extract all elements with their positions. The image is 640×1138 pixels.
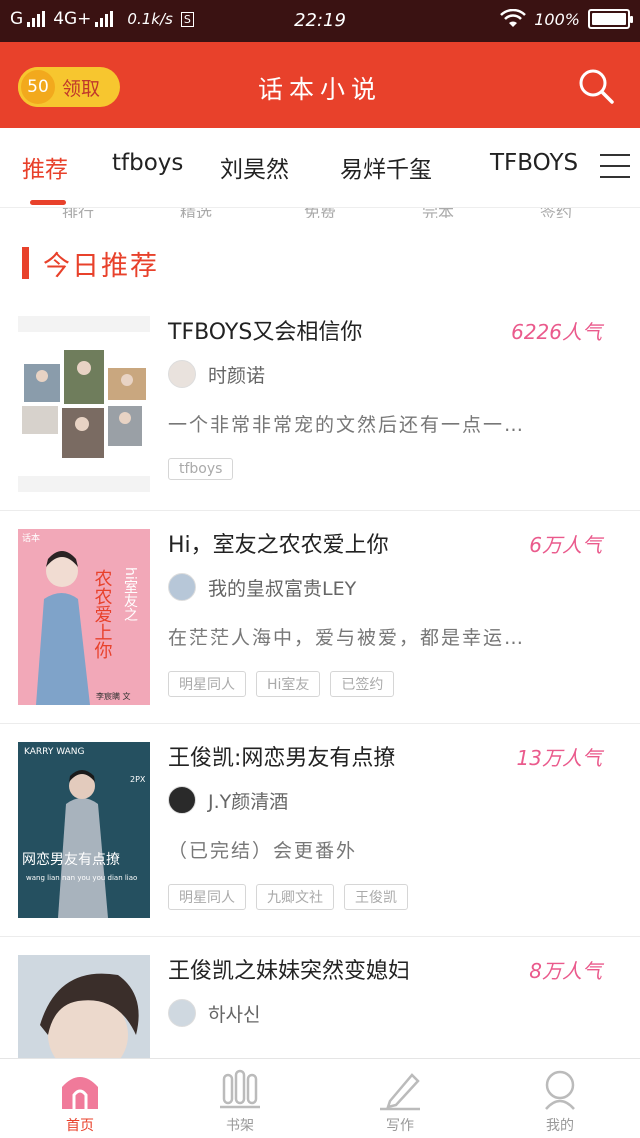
cover-corner: 2PX	[130, 775, 146, 784]
battery-fill	[592, 13, 626, 25]
nav-label: 书架	[226, 1118, 254, 1134]
nav-home[interactable]: 首页	[35, 1067, 125, 1135]
author-name: 我的皇叔富贵LEY	[208, 577, 357, 600]
menu-icon[interactable]	[600, 154, 630, 180]
battery-icon	[588, 9, 633, 29]
popularity-count: 13万人气	[516, 746, 602, 770]
book-description: 在茫茫人海中，爱与被爱，都是幸运…	[168, 627, 526, 649]
book-title: TFBOYS又会相信你	[168, 320, 363, 345]
subnav-item[interactable]: 签约	[540, 208, 572, 218]
book-cover	[18, 316, 150, 492]
cover-image	[18, 316, 150, 492]
author-row: 我的皇叔富贵LEY	[168, 573, 356, 601]
tab-yi-yangqianxi[interactable]: 易烊千玺	[340, 150, 432, 184]
cover-image: KARRY WANG 2PX 网恋男友有点撩 wang lian nan you…	[18, 742, 150, 918]
avatar	[168, 999, 196, 1027]
author-name: J.Y颜清酒	[208, 790, 289, 813]
book-title: Hi，室友之农农爱上你	[168, 533, 389, 558]
section-header: 今日推荐	[22, 246, 159, 282]
tag[interactable]: 明星同人	[168, 671, 246, 697]
bookshelf-icon	[220, 1069, 260, 1109]
nav-write[interactable]: 写作	[355, 1067, 445, 1135]
author-name: 时颜诺	[208, 364, 266, 387]
book-cover: KARRY WANG 2PX 网恋男友有点撩 wang lian nan you…	[18, 742, 150, 918]
cover-image: 话本 hi室友之 农农爱上你 李宸瞒 文	[18, 529, 150, 705]
wifi-icon	[500, 9, 527, 27]
status-right: 100%	[500, 9, 633, 29]
author-row: 时颜诺	[168, 360, 265, 388]
section-title: 今日推荐	[43, 250, 159, 282]
search-icon[interactable]	[576, 66, 616, 106]
book-item[interactable]: 王俊凯之妹妹突然变媳妇 8万人气 하사신	[0, 937, 640, 1058]
cover-author: 李宸瞒 文	[96, 691, 131, 701]
book-description: 一个非常非常宠的文然后还有一点一…	[168, 414, 526, 436]
avatar	[168, 360, 196, 388]
book-cover: 话本 hi室友之 农农爱上你 李宸瞒 文	[18, 529, 150, 705]
section-accent-bar	[22, 247, 29, 279]
nav-label: 首页	[66, 1118, 94, 1134]
active-tab-indicator	[30, 200, 66, 205]
nav-profile[interactable]: 我的	[515, 1067, 605, 1135]
nav-bookshelf[interactable]: 书架	[195, 1067, 285, 1135]
tab-liu-haoran[interactable]: 刘昊然	[220, 150, 289, 184]
tag-list: 明星同人 九卿文社 王俊凯	[168, 884, 408, 910]
cover-pinyin: wang lian nan you you dian liao	[26, 874, 137, 882]
tag[interactable]: tfboys	[168, 458, 234, 480]
subnav-item[interactable]: 精选	[180, 208, 212, 218]
book-title: 王俊凯:网恋男友有点撩	[168, 746, 396, 771]
tag[interactable]: 已签约	[330, 671, 395, 697]
pen-icon	[380, 1073, 420, 1111]
author-row: 하사신	[168, 999, 260, 1027]
popularity-count: 6226人气	[511, 320, 602, 344]
book-cover	[18, 955, 150, 1058]
avatar	[168, 786, 196, 814]
subnav-item[interactable]: 完本	[422, 208, 454, 218]
status-bar: G 4G+ 0.1k/s S 22:19 100%	[0, 0, 640, 42]
cover-image	[18, 955, 150, 1058]
profile-icon	[545, 1070, 575, 1110]
category-tabs: 推荐 tfboys 刘昊然 易烊千玺 TFBOYS	[0, 128, 640, 208]
home-icon	[62, 1077, 98, 1109]
tag[interactable]: 王俊凯	[344, 884, 408, 910]
popularity-count: 6万人气	[529, 533, 602, 557]
nav-label: 写作	[386, 1118, 414, 1134]
cover-title-top: hi室友之	[122, 567, 138, 623]
tag[interactable]: Hi室友	[256, 671, 321, 697]
tab-tfboys[interactable]: tfboys	[112, 150, 183, 176]
app-title: 话本小说	[257, 75, 382, 104]
battery-percent: 100%	[534, 9, 580, 29]
book-item[interactable]: KARRY WANG 2PX 网恋男友有点撩 wang lian nan you…	[0, 724, 640, 937]
tag[interactable]: 明星同人	[168, 884, 246, 910]
author-row: J.Y颜清酒	[168, 786, 288, 814]
book-title: 王俊凯之妹妹突然变媳妇	[168, 959, 411, 984]
book-item[interactable]: 话本 hi室友之 农农爱上你 李宸瞒 文 Hi，室友之农农爱上你 6万人气 我的…	[0, 511, 640, 724]
book-item[interactable]: TFBOYS又会相信你 6226人气 时颜诺 一个非常非常宠的文然后还有一点一……	[0, 298, 640, 511]
popularity-count: 8万人气	[529, 959, 602, 983]
tab-recommend[interactable]: 推荐	[22, 150, 68, 184]
cover-name-en: KARRY WANG	[24, 747, 84, 757]
book-description: （已完结）会更番外	[168, 840, 358, 862]
tag[interactable]: 九卿文社	[256, 884, 334, 910]
cover-badge: 话本	[22, 532, 40, 544]
cover-title-mid: 农农爱上你	[92, 569, 113, 659]
tab-tfboys-caps[interactable]: TFBOYS	[490, 150, 578, 176]
subnav-item[interactable]: 免费	[304, 208, 336, 218]
sub-nav: 排行 精选 免费 完本 签约	[0, 208, 640, 218]
tag-list: tfboys	[168, 458, 234, 480]
avatar	[168, 573, 196, 601]
cover-title: 网恋男友有点撩	[22, 851, 120, 868]
subnav-item[interactable]: 排行	[62, 208, 94, 218]
tag-list: 明星同人 Hi室友 已签约	[168, 671, 395, 697]
author-name: 하사신	[208, 1003, 261, 1026]
bottom-nav: 首页 书架 写作 我的	[0, 1058, 640, 1138]
app-header: 50 领取 话本小说	[0, 42, 640, 128]
nav-label: 我的	[546, 1118, 574, 1134]
